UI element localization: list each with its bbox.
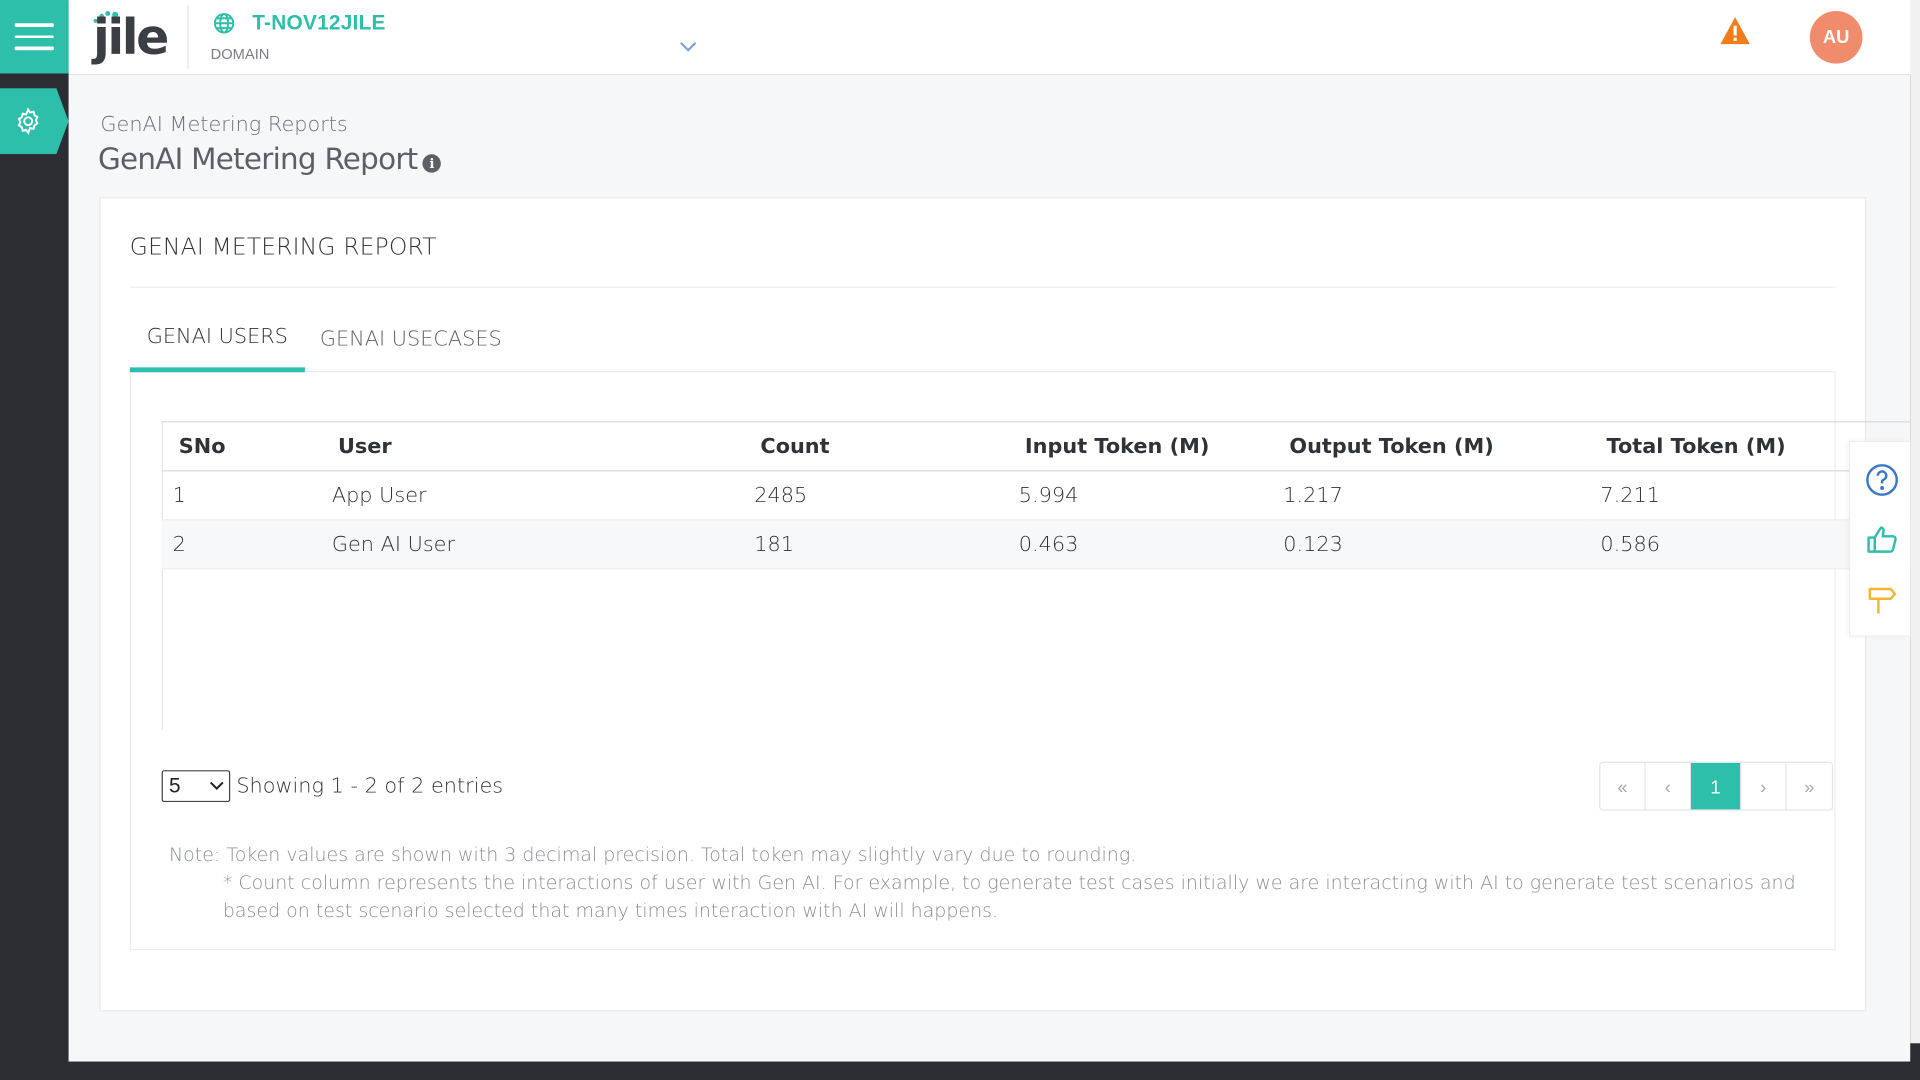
column-header-count[interactable]: Count xyxy=(743,421,1008,472)
cell-user: App User xyxy=(320,470,744,521)
note-line-1: Note: Token values are shown with 3 deci… xyxy=(168,843,1137,866)
table-footer: 5 Showing 1 - 2 of 2 entries « ‹ 1 › » xyxy=(161,761,1834,811)
warning-icon[interactable] xyxy=(1719,16,1751,45)
column-header-input-token[interactable]: Input Token (M) xyxy=(1007,421,1273,472)
report-tabs: GENAI USERS GENAI USECASES xyxy=(129,306,1836,373)
cell-sno: 2 xyxy=(161,519,321,570)
cell-sno: 1 xyxy=(161,470,321,521)
cell-count: 181 xyxy=(743,519,1008,570)
note: Note: Token values are shown with 3 deci… xyxy=(169,841,1810,925)
table-row: 2 Gen AI User 181 0.463 0.123 0.586 xyxy=(161,519,1911,570)
cell-input-token: 0.463 xyxy=(1007,519,1273,570)
card-divider xyxy=(129,286,1836,288)
column-header-user[interactable]: User xyxy=(320,421,744,472)
settings-nav-button[interactable] xyxy=(0,88,69,155)
page-size-select[interactable]: 5 xyxy=(161,770,231,803)
page-size-value: 5 xyxy=(168,773,181,798)
gear-icon xyxy=(17,107,39,135)
top-bar: jile T-NOV12JILE DOMAIN AU xyxy=(68,0,1920,75)
signpost-icon xyxy=(1868,587,1897,614)
last-page-button[interactable]: » xyxy=(1786,762,1832,810)
header-divider xyxy=(187,4,189,69)
entries-summary: Showing 1 - 2 of 2 entries xyxy=(236,773,504,799)
globe-icon xyxy=(213,13,235,34)
domain-name: T-NOV12JILE xyxy=(252,11,386,35)
chevron-down-icon xyxy=(680,42,697,52)
chevron-down-icon xyxy=(209,781,224,790)
card-title: GENAI METERING REPORT xyxy=(129,233,437,261)
hamburger-menu-button[interactable] xyxy=(0,0,69,74)
breadcrumb[interactable]: GenAI Metering Reports xyxy=(100,113,347,137)
table-row: 1 App User 2485 5.994 1.217 7.211 xyxy=(161,470,1911,521)
info-icon[interactable]: i xyxy=(422,153,441,173)
main-content: GenAI Metering Reports GenAI Metering Re… xyxy=(68,74,1911,1062)
menu-bar-icon xyxy=(14,35,54,39)
menu-bar-icon xyxy=(14,46,54,50)
tab-panel: SNo User Count Input Token (M) Output To… xyxy=(129,372,1911,951)
right-dock xyxy=(1848,440,1911,637)
page-title: GenAI Metering Report i xyxy=(98,142,441,176)
table-header-row: SNo User Count Input Token (M) Output To… xyxy=(161,421,1911,472)
cell-output-token: 1.217 xyxy=(1272,470,1590,521)
report-card: GENAI METERING REPORT GENAI USERS GENAI … xyxy=(99,197,1911,1012)
cell-user: Gen AI User xyxy=(320,519,744,570)
help-button[interactable] xyxy=(1860,458,1904,502)
domain-label: DOMAIN xyxy=(210,45,270,63)
thumbs-up-icon xyxy=(1867,526,1897,553)
note-line-2: * Count column represents the interactio… xyxy=(222,871,1796,923)
left-rail xyxy=(0,0,69,1080)
next-page-button[interactable]: › xyxy=(1741,762,1787,810)
jile-logo[interactable]: jile xyxy=(88,7,169,71)
app-shell: jile T-NOV12JILE DOMAIN AU GenAI Meterin… xyxy=(0,0,1920,1080)
tab-genai-usecases[interactable]: GENAI USECASES xyxy=(305,306,517,372)
pagination: « ‹ 1 › » xyxy=(1599,761,1834,811)
column-header-sno[interactable]: SNo xyxy=(161,421,321,472)
help-icon xyxy=(1866,464,1898,496)
cell-output-token: 0.123 xyxy=(1272,519,1590,570)
cell-count: 2485 xyxy=(743,470,1008,521)
user-avatar[interactable]: AU xyxy=(1809,11,1863,64)
feedback-button[interactable] xyxy=(1860,518,1904,562)
first-page-button[interactable]: « xyxy=(1600,762,1646,810)
domain-selector[interactable]: T-NOV12JILE DOMAIN xyxy=(210,9,697,68)
cell-input-token: 5.994 xyxy=(1007,470,1273,521)
guide-button[interactable] xyxy=(1860,578,1904,622)
scrollbar[interactable] xyxy=(1910,0,1920,1044)
menu-bar-icon xyxy=(14,23,54,27)
prev-page-button[interactable]: ‹ xyxy=(1645,762,1692,810)
page-title-text: GenAI Metering Report xyxy=(97,142,418,177)
page-1-button[interactable]: 1 xyxy=(1691,762,1742,810)
bottom-strip xyxy=(68,1061,1920,1080)
tab-genai-users[interactable]: GENAI USERS xyxy=(129,306,305,373)
column-header-output-token[interactable]: Output Token (M) xyxy=(1272,421,1590,472)
users-table: SNo User Count Input Token (M) Output To… xyxy=(161,421,1911,570)
logo-text: jile xyxy=(93,9,169,67)
